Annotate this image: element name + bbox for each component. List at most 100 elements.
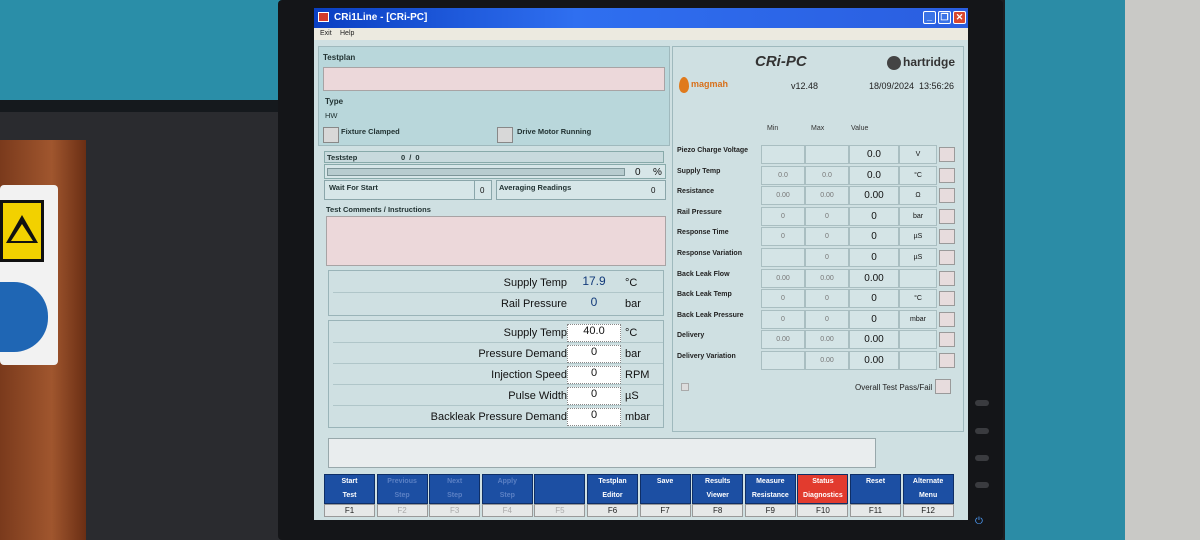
fkey-label[interactable]: Status Diagnostics — [797, 474, 849, 504]
background-wall-panel — [0, 0, 290, 100]
demand-input[interactable]: 0 — [567, 408, 621, 426]
measurement-max: 0 — [805, 309, 849, 329]
hartridge-logo-icon — [887, 56, 901, 70]
monitor-button[interactable] — [975, 455, 989, 461]
monitor-button[interactable] — [975, 482, 989, 488]
date: 18/09/2024 — [869, 81, 915, 91]
measurement-max: 0 — [805, 289, 849, 309]
fkey-label[interactable]: Alternate Menu — [902, 474, 954, 504]
app-icon — [318, 12, 329, 22]
measurement-value: 0.00 — [849, 330, 899, 350]
measurement-status-indicator — [939, 291, 955, 307]
restore-icon[interactable]: ❐ — [938, 11, 951, 24]
measurement-row: Delivery 0.00 0.00 0.00 — [675, 330, 959, 350]
fkey-key: F10 — [797, 504, 849, 517]
faded-checkbox[interactable] — [681, 383, 689, 391]
fkey-label[interactable]: Save — [639, 474, 691, 504]
measurement-name: Response Variation — [677, 250, 742, 257]
fkey-f3[interactable]: Next Step F3 — [429, 474, 481, 518]
fixture-clamped-label: Fixture Clamped — [341, 127, 400, 136]
demand-input[interactable]: 0 — [567, 387, 621, 405]
measurement-max: 0.00 — [805, 186, 849, 206]
measurement-unit — [899, 268, 937, 288]
close-icon[interactable]: ✕ — [953, 11, 966, 24]
monitor-button[interactable] — [975, 428, 989, 434]
fkey-f6[interactable]: Testplan Editor F6 — [587, 474, 639, 518]
power-icon[interactable]: ⏻ — [975, 516, 983, 527]
fkey-key: F12 — [902, 504, 954, 517]
demand-input[interactable]: 0 — [567, 345, 621, 363]
fkey-label[interactable]: Measure Resistance — [744, 474, 796, 504]
fkey-label[interactable]: Apply Step — [481, 474, 533, 504]
measurement-status-indicator — [939, 311, 955, 327]
measurement-status-indicator — [939, 229, 955, 245]
teststep-value: 0 / 0 — [401, 153, 421, 162]
measurement-max: 0 — [805, 248, 849, 267]
measurement-status-indicator — [939, 332, 955, 348]
measurement-min: 0.00 — [761, 268, 805, 288]
fkey-f2[interactable]: Previous Step F2 — [376, 474, 429, 518]
fkey-label[interactable]: Start Test — [324, 474, 375, 504]
fkey-label[interactable]: Previous Step — [376, 474, 428, 504]
fkey-label[interactable]: Results Viewer — [692, 474, 744, 504]
fkey-f10[interactable]: Status Diagnostics F10 — [797, 474, 849, 518]
reading-label: Supply Temp — [503, 277, 567, 289]
monitor-button[interactable] — [975, 400, 989, 406]
averaging-label: Averaging Readings — [499, 183, 572, 192]
measurement-value: 0.00 — [849, 351, 899, 370]
measurement-max: 0 — [805, 227, 849, 247]
testplan-field[interactable] — [323, 67, 665, 91]
testplan-label: Testplan — [323, 53, 356, 62]
fkey-f5[interactable]: F5 — [534, 474, 586, 518]
fkey-key: F9 — [744, 504, 796, 517]
reading-unit: bar — [625, 298, 641, 310]
minimize-icon[interactable]: _ — [923, 11, 936, 24]
measurement-name: Delivery Variation — [677, 353, 736, 360]
fkey-label[interactable] — [534, 474, 586, 504]
fkey-f11[interactable]: Reset F11 — [850, 474, 902, 518]
comments-box[interactable] — [326, 216, 666, 266]
reading-row: Rail Pressure 0 bar — [333, 294, 663, 314]
demand-input[interactable]: 40.0 — [567, 324, 621, 342]
fkey-f7[interactable]: Save F7 — [639, 474, 692, 518]
type-value: HW — [325, 111, 338, 120]
measurement-min — [761, 351, 805, 370]
menu-exit[interactable]: Exit — [320, 30, 332, 37]
demand-input[interactable]: 0 — [567, 366, 621, 384]
demand-unit: °C — [625, 327, 638, 339]
measurement-unit — [899, 330, 937, 350]
drive-motor-label: Drive Motor Running — [517, 127, 592, 136]
measurement-name: Back Leak Flow — [677, 270, 730, 278]
fkey-label[interactable]: Testplan Editor — [587, 474, 638, 504]
fkey-f12[interactable]: Alternate Menu F12 — [902, 474, 955, 518]
measurement-unit: bar — [899, 206, 937, 226]
measurement-unit: V — [899, 145, 937, 164]
measurement-name: Resistance — [677, 188, 714, 196]
measurement-name: Delivery — [677, 332, 705, 340]
demand-row: Pulse Width 0 µS — [333, 386, 663, 406]
measurement-min — [761, 145, 805, 164]
demand-unit: µS — [625, 390, 639, 402]
fkey-label[interactable]: Reset — [850, 474, 901, 504]
fkey-f8[interactable]: Results Viewer F8 — [692, 474, 744, 518]
measurement-value: 0.0 — [849, 165, 899, 185]
version: v12.48 — [791, 81, 819, 91]
measurement-unit: mbar — [899, 309, 937, 329]
measurement-value: 0.00 — [849, 186, 899, 206]
demand-row: Pressure Demand 0 bar — [333, 344, 663, 364]
demand-unit: bar — [625, 348, 641, 360]
measurement-max: 0.00 — [805, 351, 849, 370]
readings-group: Supply Temp 17.9 °C Rail Pressure 0 bar — [328, 270, 664, 316]
brand-name: hartridge — [903, 55, 956, 69]
fkey-label[interactable]: Next Step — [429, 474, 481, 504]
measurement-status-indicator — [939, 353, 955, 368]
fkey-f1[interactable]: Start Test F1 — [324, 474, 376, 518]
demand-unit: RPM — [625, 369, 650, 381]
menu-help[interactable]: Help — [340, 30, 354, 37]
wait-for-start-field: Wait For Start — [324, 180, 492, 200]
window-title: CRi1Line - [CRi-PC] — [334, 12, 428, 23]
fkey-f9[interactable]: Measure Resistance F9 — [744, 474, 797, 518]
measurement-status-indicator — [939, 147, 955, 162]
fkey-f4[interactable]: Apply Step F4 — [481, 474, 534, 518]
overall-pass-fail-label: Overall Test Pass/Fail — [855, 383, 933, 392]
